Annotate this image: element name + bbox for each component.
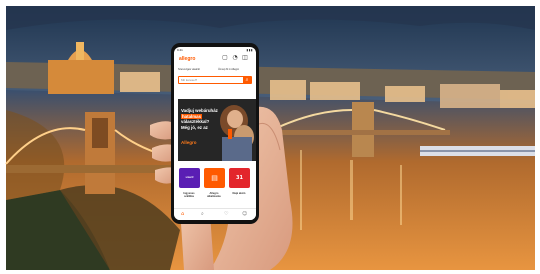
banner-headline: Vadjuj webáruház hatalmas választékkal? … (181, 108, 219, 130)
banner-line-2: hatalmas (181, 113, 203, 119)
banner-line-3: választékkal? (181, 119, 210, 124)
bookmark-icon[interactable]: ▢ (222, 55, 228, 61)
smart-delivery-icon[interactable]: smart! (179, 168, 200, 188)
category-label-delivery: Ingyenes szállítás (183, 192, 195, 199)
calendar-icon[interactable]: 31 (229, 168, 250, 188)
scene-photo: 9:41 ▮▮▮ allegro ▢ ◔ ◫ Szervezgés vásárl… (0, 0, 540, 274)
search-placeholder: Mit keresel? (181, 78, 198, 82)
header-link-1[interactable]: Szervezgés vásárló (178, 68, 200, 71)
favorites-tab-icon[interactable]: ♡ (224, 211, 228, 217)
phone-screen: 9:41 ▮▮▮ allegro ▢ ◔ ◫ Szervezgés vásárl… (174, 47, 256, 220)
smartphone: 9:41 ▮▮▮ allegro ▢ ◔ ◫ Szervezgés vásárl… (171, 43, 259, 224)
search-icon[interactable]: ⌕ (243, 77, 251, 83)
banner-brand: Allegro (181, 140, 197, 145)
app-icon[interactable]: ▤ (204, 168, 225, 188)
status-bar: 9:41 ▮▮▮ (177, 48, 253, 53)
header-link-2[interactable]: Ünnep fit in Allegro (218, 68, 239, 71)
account-tab-icon[interactable]: ☺ (242, 211, 247, 217)
status-time: 9:41 (177, 48, 183, 52)
promo-banner[interactable]: Vadjuj webáruház hatalmas választékkal? … (178, 99, 256, 161)
bell-icon[interactable]: ◔ (232, 55, 238, 61)
bottom-tab-bar: ⌂ ⌕ ♡ ☺ (174, 208, 256, 220)
allegro-logo: allegro (179, 56, 196, 62)
category-label-app: Allegro alkalmazás (207, 192, 221, 199)
cart-icon[interactable]: ◫ (242, 55, 248, 61)
search-tab-icon[interactable]: ⌕ (201, 211, 204, 217)
search-input[interactable]: Mit keresel? ⌕ (178, 76, 252, 84)
status-icons: ▮▮▮ (246, 48, 253, 52)
banner-line-1: Vadjuj webáruház (181, 108, 218, 113)
banner-line-4: Még jó, ez az (181, 124, 208, 130)
category-label-deal: Napi akció (232, 192, 246, 195)
home-tab-icon[interactable]: ⌂ (181, 211, 184, 217)
budapest-night-background (0, 0, 540, 274)
